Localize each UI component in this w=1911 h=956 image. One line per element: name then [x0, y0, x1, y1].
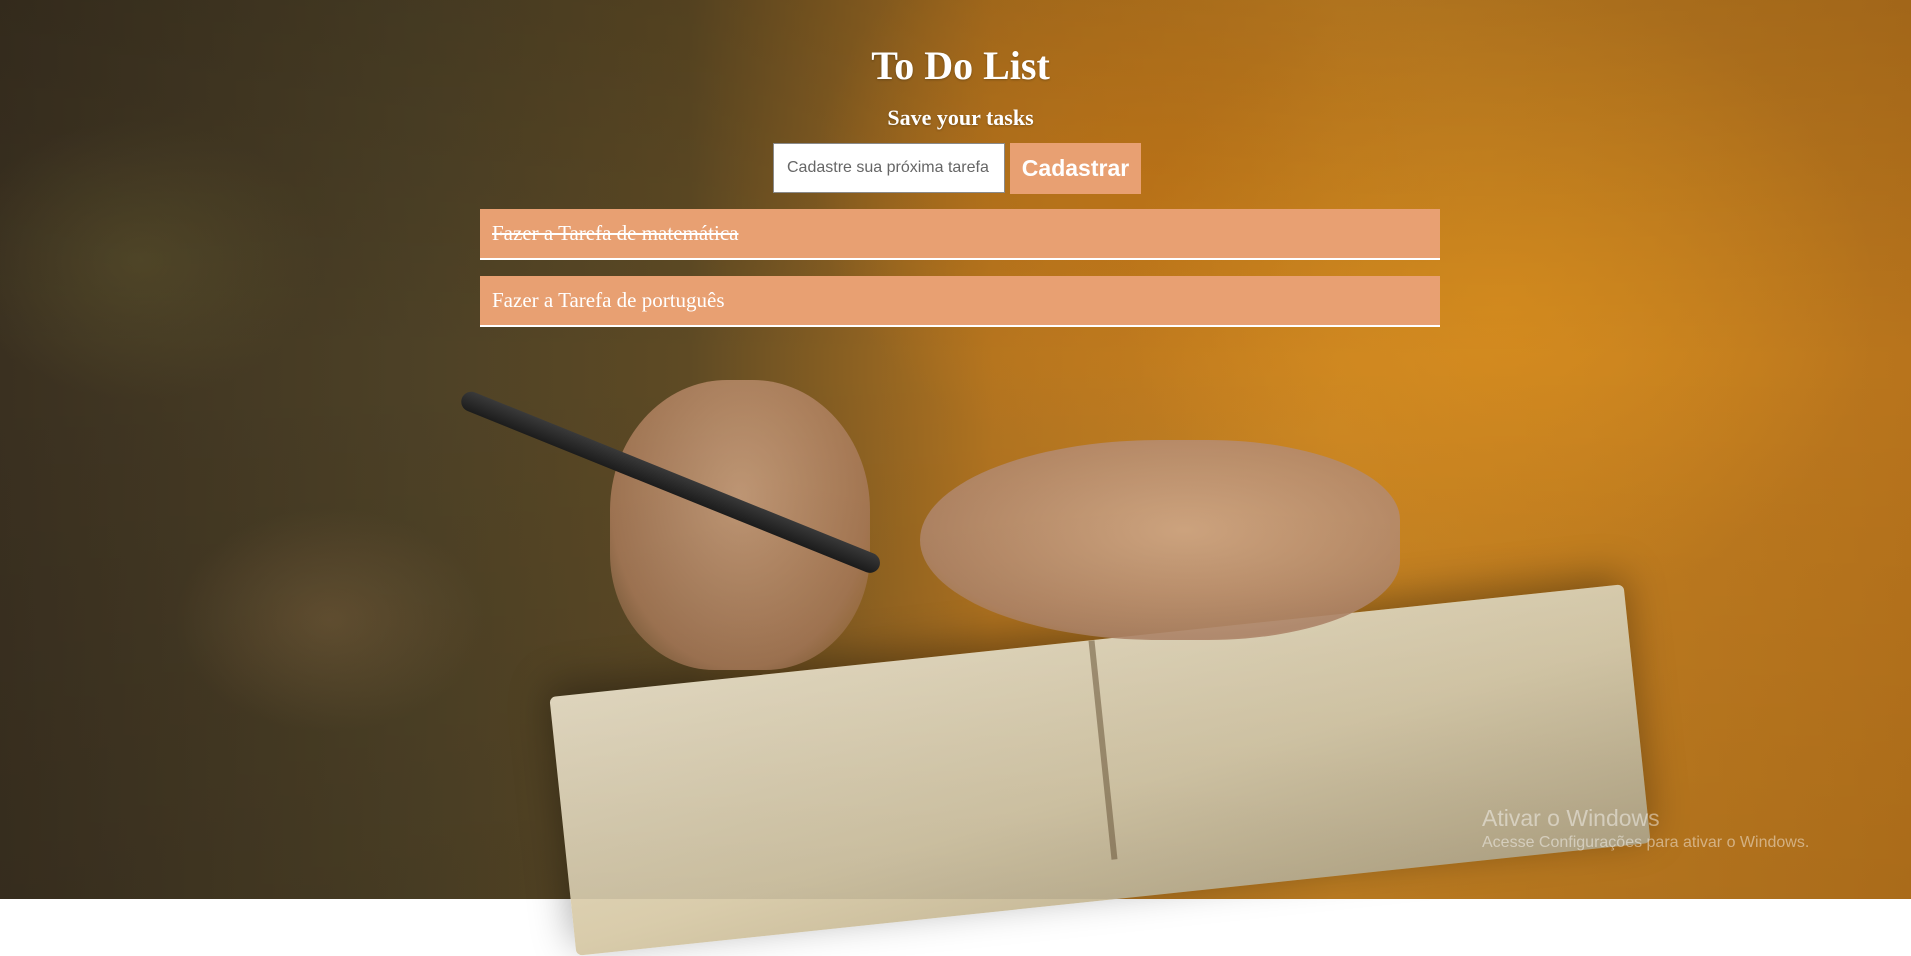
- watermark-subtitle: Acesse Configurações para ativar o Windo…: [1482, 834, 1810, 851]
- windows-activation-watermark: Ativar o Windows Acesse Configurações pa…: [1482, 804, 1809, 854]
- task-item-1[interactable]: Fazer a Tarefa de matemática: [480, 209, 1440, 260]
- add-task-button[interactable]: Cadastrar: [1010, 143, 1141, 194]
- task-input[interactable]: [773, 143, 1005, 193]
- background-shade: [0, 0, 1911, 899]
- page-title: To Do List: [871, 43, 1050, 88]
- task-list: Fazer a Tarefa de matemática Fazer a Tar…: [480, 209, 1440, 343]
- page-subtitle: Save your tasks: [887, 105, 1034, 130]
- task-item-2[interactable]: Fazer a Tarefa de português: [480, 276, 1440, 327]
- watermark-title: Ativar o Windows: [1482, 805, 1660, 831]
